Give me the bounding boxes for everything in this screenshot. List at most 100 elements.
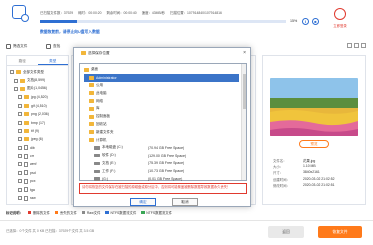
filter-button[interactable]: 筛选文件 xyxy=(6,41,27,51)
checkbox[interactable] xyxy=(18,170,22,175)
tree-item[interactable]: wmf xyxy=(10,160,65,168)
scan-stats: 已扫描文件数：37929 耗时：00:00:20 剩余时间：00:00:40 速… xyxy=(40,10,222,15)
tree-item-label: jpg (4,520) xyxy=(31,95,48,100)
tree-item[interactable]: gif (4,510) xyxy=(10,102,65,110)
folder-row[interactable]: Administrator xyxy=(84,73,239,82)
tree-item[interactable]: crr xyxy=(10,152,65,160)
folder-row[interactable]: 回收站 xyxy=(84,121,239,129)
folder-row[interactable]: 本地磁盘 (C:) (70.94 GB Free Space) xyxy=(84,144,239,152)
folder-icon xyxy=(20,78,25,83)
tree-item[interactable]: 文档(8,599) xyxy=(10,76,65,84)
folder-row[interactable]: 计算机 xyxy=(84,136,239,144)
file-icon xyxy=(24,161,28,167)
flower-field-image xyxy=(270,78,358,136)
tree-item-label: 文档(8,599) xyxy=(27,78,46,83)
checkbox[interactable] xyxy=(18,179,22,184)
checkbox[interactable] xyxy=(18,154,22,159)
tree-tabs: 路径 类型 xyxy=(7,56,68,66)
folder-row-label: 公用 xyxy=(96,82,103,87)
checkbox[interactable] xyxy=(18,137,22,142)
tree-item[interactable]: 全部文件类型 xyxy=(10,68,65,76)
folder-row[interactable]: 库 xyxy=(84,105,239,113)
pause-button[interactable]: ‖ xyxy=(302,17,309,25)
tree-item[interactable]: png (2,036) xyxy=(10,110,65,118)
folder-row-label: 工作 (F:) xyxy=(102,168,116,173)
free-space-label: (70.94 GB Free Space) xyxy=(148,145,185,150)
checkbox[interactable] xyxy=(18,196,22,201)
checkbox[interactable] xyxy=(18,120,22,125)
checkbox[interactable] xyxy=(18,145,22,150)
detail-view-icon[interactable] xyxy=(361,43,366,48)
checkbox[interactable] xyxy=(18,95,22,100)
grid-view-icon[interactable] xyxy=(347,43,352,48)
file-metadata: 文件名： 花果.jpg 大小： 1.10 MB 尺寸： 3840x2161 创建时间： 202… xyxy=(273,158,363,189)
folder-row[interactable]: 工作 (F:) (10.73 GB Free Space) xyxy=(84,167,239,175)
filter-label: 筛选文件 xyxy=(13,43,28,48)
folder-icon xyxy=(24,112,29,117)
folder-icon xyxy=(84,67,89,72)
tree-item[interactable]: pcx xyxy=(10,177,65,185)
checkbox[interactable] xyxy=(18,112,22,117)
tree-item[interactable]: psd xyxy=(10,169,65,177)
tree-item-label: psd xyxy=(30,170,36,175)
view-toggles xyxy=(347,43,366,48)
tree-item-label: 全部文件类型 xyxy=(23,69,44,74)
user-icon xyxy=(334,8,346,20)
tree-item[interactable]: tga xyxy=(10,185,65,193)
folder-row[interactable]: 此电脑 xyxy=(84,89,239,97)
bottom-bar: 已选择：0个文件 共 0 KB 已扫描：37929个文件 共 3.5 GB 返回… xyxy=(0,220,373,245)
folder-row-label: Administrator xyxy=(96,75,117,80)
ok-button[interactable]: 确定 xyxy=(130,198,156,206)
checkbox[interactable] xyxy=(14,86,18,91)
checkbox[interactable] xyxy=(10,70,14,75)
legend-swatch xyxy=(27,210,32,215)
tree-item[interactable]: dib xyxy=(10,144,65,152)
checkbox[interactable] xyxy=(14,78,18,83)
tree-item[interactable]: jpeg (6) xyxy=(10,135,65,143)
cancel-button[interactable]: 取消 xyxy=(172,198,198,206)
folder-row-label: 控制面板 xyxy=(96,114,110,119)
folder-row[interactable]: 桌面 xyxy=(84,66,239,74)
tree-item[interactable]: tif (9) xyxy=(10,127,65,135)
scrollbar[interactable] xyxy=(241,64,246,180)
tab-type[interactable]: 类型 xyxy=(37,56,68,65)
drive-icon xyxy=(94,146,100,150)
folder-row[interactable]: 网络 xyxy=(84,97,239,105)
login-label: 立即登录 xyxy=(333,24,347,28)
folder-row[interactable]: 公用 xyxy=(84,82,239,90)
stat-elapsed: 耗时：00:00:20 xyxy=(78,11,102,15)
tree-item[interactable]: 图片(1,0456) xyxy=(10,85,65,93)
checkbox[interactable] xyxy=(18,128,22,133)
folder-icon xyxy=(24,120,29,125)
preview-button[interactable]: 预览 xyxy=(299,140,329,148)
tree-item[interactable]: jpg (4,520) xyxy=(10,93,65,101)
folder-icon xyxy=(89,75,94,80)
close-icon[interactable]: × xyxy=(243,50,246,56)
drive-icon xyxy=(94,169,100,173)
folder-row[interactable]: 软件 (D:) (129.00 GB Free Space) xyxy=(84,152,239,160)
search-button[interactable]: 查找 xyxy=(46,41,60,51)
folder-row[interactable]: 文档 (E:) (75.39 GB Free Space) xyxy=(84,160,239,168)
meta-value: 2020-03-02 21:02:51 xyxy=(303,182,335,187)
folder-row[interactable]: (G:) (0.01 GB Free Space) xyxy=(84,175,239,183)
checkbox[interactable] xyxy=(18,162,22,167)
scrollbar-thumb[interactable] xyxy=(243,74,246,109)
stop-button[interactable]: ■ xyxy=(312,17,319,25)
drive-icon xyxy=(94,153,100,158)
checkbox[interactable] xyxy=(18,103,22,108)
folder-row-label: (G:) xyxy=(102,177,109,182)
scan-progress-fill xyxy=(40,20,77,23)
recover-button[interactable]: 恢复文件 xyxy=(318,226,362,238)
legend-title: 标记说明： xyxy=(6,211,23,215)
checkbox[interactable] xyxy=(18,187,22,192)
tree-item[interactable]: raw xyxy=(10,194,65,202)
folder-row[interactable]: 控制面板 xyxy=(84,113,239,121)
tree-item-label: wmf xyxy=(30,162,37,167)
list-view-icon[interactable] xyxy=(354,43,359,48)
dialog-titlebar: 选择保存位置 xyxy=(74,48,250,58)
login-button[interactable]: 立即登录 xyxy=(330,8,350,28)
folder-row[interactable]: 新建文件夹 xyxy=(84,128,239,136)
tree-item[interactable]: bmp (17) xyxy=(10,118,65,126)
tab-path[interactable]: 路径 xyxy=(7,56,38,65)
back-button[interactable]: 返回 xyxy=(268,226,304,238)
